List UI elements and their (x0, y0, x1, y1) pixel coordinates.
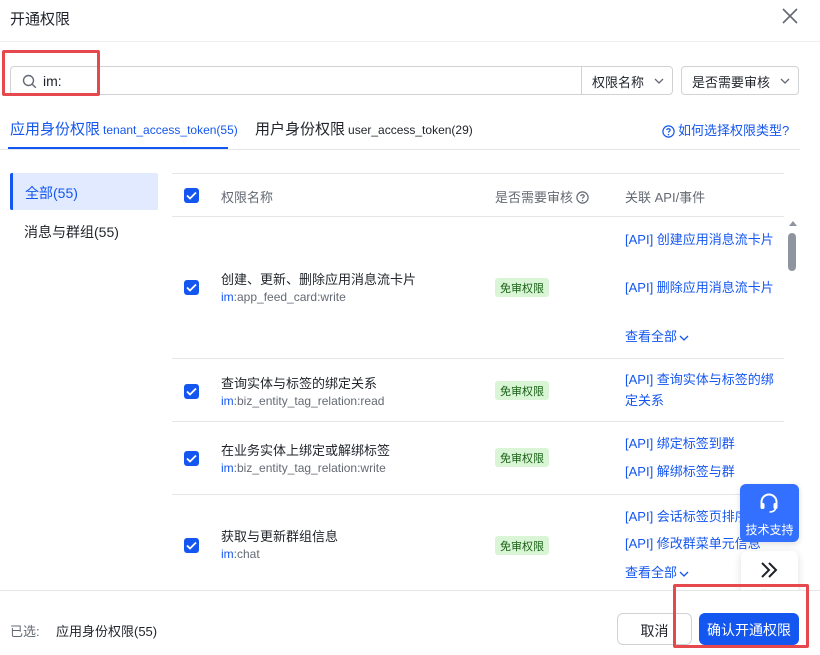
header-needs-review-label: 是否需要审核 (495, 190, 574, 205)
permission-name: 查询实体与标签的绑定关系 (221, 376, 378, 391)
api-link[interactable]: [API] 绑定标签到群 (625, 433, 777, 454)
selected-label: 已选: (10, 624, 40, 639)
dialog-header: 开通权限 (0, 0, 820, 42)
row-checkbox[interactable] (184, 384, 199, 399)
chevron-down-icon (679, 571, 689, 577)
api-link[interactable]: [API] 查询实体与标签的绑定关系 (625, 369, 777, 411)
filter-review-label: 是否需要审核 (692, 75, 771, 90)
status-badge: 免审权限 (495, 448, 549, 467)
api-link[interactable]: [API] 删除应用消息流卡片 (625, 277, 777, 298)
view-all-link[interactable]: 查看全部 (625, 326, 689, 345)
status-badge: 免审权限 (495, 381, 549, 400)
header-related-api: 关联 API/事件 (625, 190, 706, 205)
tab-app-sub: tenant_access_token(55) (103, 123, 238, 137)
check-icon (186, 191, 197, 200)
permission-code-prefix: im (221, 547, 234, 561)
permission-code: im:app_feed_card:write (221, 290, 346, 304)
tab-app-identity[interactable]: 应用身份权限 tenant_access_token(55) (10, 118, 238, 139)
table-row: 在业务实体上绑定或解绑标签 im:biz_entity_tag_relation… (172, 422, 784, 495)
table-row: 查询实体与标签的绑定关系 im:biz_entity_tag_relation:… (172, 359, 784, 422)
permission-code-prefix: im (221, 394, 234, 408)
permission-name: 获取与更新群组信息 (221, 529, 339, 544)
close-icon[interactable] (780, 6, 800, 26)
permission-code: im:chat (221, 547, 260, 561)
row-checkbox[interactable] (184, 538, 199, 553)
sidebar-item-all[interactable]: 全部(55) (10, 173, 158, 210)
table-row: 获取与更新群组信息 im:chat 免审权限 [API] 会话标签页排序 [AP… (172, 495, 784, 590)
select-all-checkbox[interactable] (184, 188, 199, 203)
table-row: 创建、更新、删除应用消息流卡片 im:app_feed_card:write 免… (172, 217, 784, 359)
row-checkbox[interactable] (184, 280, 199, 295)
permission-code: im:biz_entity_tag_relation:read (221, 394, 384, 408)
table-header: 权限名称 是否需要审核 关联 API/事件 (172, 173, 784, 217)
permission-name: 在业务实体上绑定或解绑标签 (221, 443, 391, 458)
chevron-down-icon (679, 335, 689, 341)
double-chevron-right-icon (761, 562, 778, 578)
filter-name-select[interactable]: 权限名称 (581, 66, 673, 95)
question-icon[interactable] (576, 191, 589, 204)
header-needs-review: 是否需要审核 (495, 187, 589, 206)
view-all-label: 查看全部 (625, 565, 678, 580)
chevron-down-icon (654, 78, 664, 84)
permission-code-rest: :chat (233, 547, 260, 561)
permission-code-rest: :biz_entity_tag_relation:write (233, 461, 386, 475)
scroll-up-arrow-icon[interactable] (789, 221, 797, 226)
chevron-down-icon (780, 78, 790, 84)
filter-name-label: 权限名称 (592, 75, 645, 90)
tech-support-label: 技术支持 (745, 523, 794, 537)
permission-name: 创建、更新、删除应用消息流卡片 (221, 272, 417, 287)
permission-code-prefix: im (221, 290, 234, 304)
filter-review-select[interactable]: 是否需要审核 (681, 66, 799, 95)
search-input[interactable] (43, 71, 563, 91)
help-link-label: 如何选择权限类型? (678, 123, 790, 138)
permission-type-tabs: 应用身份权限 tenant_access_token(55) 用户身份权限 user… (0, 110, 800, 150)
api-link[interactable]: [API] 解绑标签与群 (625, 461, 777, 482)
tab-user-sub: user_access_token(29) (348, 123, 473, 137)
permission-table: 权限名称 是否需要审核 关联 API/事件 创建、更新、删除应用消息流卡片 im… (172, 173, 784, 590)
permission-code-rest: :app_feed_card:write (233, 290, 346, 304)
scrollbar-thumb[interactable] (788, 233, 796, 271)
question-icon (662, 125, 675, 138)
permission-code-prefix: im (221, 461, 234, 475)
row-checkbox[interactable] (184, 451, 199, 466)
active-tab-indicator (8, 147, 228, 149)
status-badge: 免审权限 (495, 278, 549, 297)
check-icon (186, 454, 197, 463)
tab-user-identity[interactable]: 用户身份权限 user_access_token(29) (255, 118, 473, 139)
api-link[interactable]: [API] 创建应用消息流卡片 (625, 229, 777, 250)
check-icon (186, 387, 197, 396)
tech-support-button[interactable]: 技术支持 (740, 484, 799, 542)
check-icon (186, 283, 197, 292)
permission-code: im:biz_entity_tag_relation:write (221, 461, 386, 475)
help-link[interactable]: 如何选择权限类型? (662, 120, 789, 139)
tab-user-label: 用户身份权限 (255, 121, 346, 138)
selected-value: 应用身份权限(55) (56, 624, 158, 639)
status-badge: 免审权限 (495, 536, 549, 555)
check-icon (186, 541, 197, 550)
view-all-link[interactable]: 查看全部 (625, 562, 689, 581)
headset-icon (760, 493, 778, 513)
view-all-label: 查看全部 (625, 329, 678, 344)
sidebar-item-messages-groups[interactable]: 消息与群组(55) (10, 212, 158, 249)
dialog-title: 开通权限 (10, 11, 71, 28)
tab-app-label: 应用身份权限 (10, 121, 101, 138)
search-row: 权限名称 是否需要审核 (10, 66, 800, 95)
permission-code-rest: :biz_entity_tag_relation:read (233, 394, 385, 408)
header-permission-name: 权限名称 (221, 190, 274, 205)
highlight-box-search (2, 50, 100, 96)
highlight-box-confirm (673, 584, 809, 648)
